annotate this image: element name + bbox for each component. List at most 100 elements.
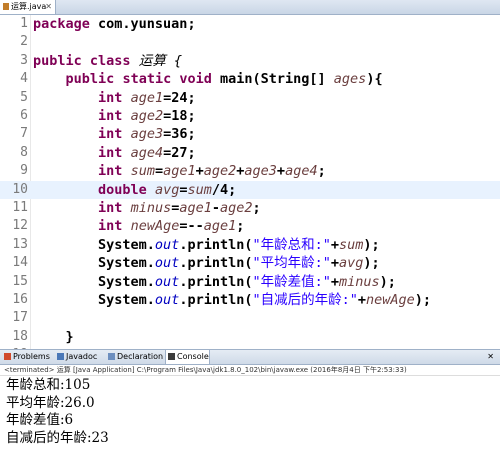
console-tab-problems[interactable]: Problems — [2, 350, 50, 364]
code-line[interactable]: 5 int age1=24; — [0, 89, 500, 107]
code-token: age4 — [130, 144, 164, 161]
console-tab-label: Problems — [13, 352, 50, 361]
code-token: age4 — [285, 163, 318, 180]
code-editor[interactable]: 1 package com.yunsuan; 2 3 public class 运算 {… — [0, 15, 500, 362]
code-token: + — [195, 163, 204, 180]
code-token: out — [154, 273, 180, 290]
line-number: 1 — [20, 16, 28, 31]
console-tab-declaration[interactable]: Declaration — [106, 350, 163, 364]
code-token: age1 — [203, 218, 237, 235]
code-token: = — [154, 163, 164, 180]
code-line[interactable]: 14 System.out.println("平均年龄:"+avg); — [0, 254, 500, 272]
line-number: 13 — [12, 236, 28, 252]
code-token: ; — [236, 218, 245, 235]
console-output-line: 年龄差值:6 — [6, 412, 74, 428]
code-token: minus — [339, 273, 380, 290]
code-token: System. — [33, 255, 155, 272]
line-number: 10 — [12, 181, 28, 197]
code-token: int — [98, 89, 123, 106]
code-token: public — [33, 52, 82, 69]
code-token: "自减后的年龄:" — [252, 292, 358, 308]
editor-tab[interactable]: 运算.java ✕ — [0, 0, 56, 14]
console-output-line: 年龄总和:105 — [6, 377, 91, 393]
code-line[interactable]: 4 public static void main(String[] ages)… — [0, 70, 500, 88]
code-line[interactable]: 2 — [0, 33, 500, 51]
console-icon — [168, 353, 175, 360]
code-token: sum — [339, 236, 364, 253]
console-status-line: <terminated> 运算 [Java Application] C:\Pr… — [0, 365, 500, 376]
code-token: .println( — [179, 236, 253, 253]
code-line[interactable]: 8 int age4=27; — [0, 144, 500, 162]
code-token: sum — [187, 181, 212, 198]
code-text: int age2=18; — [33, 107, 196, 125]
code-line[interactable]: 7 int age3=36; — [0, 125, 500, 143]
code-token: out — [154, 255, 180, 272]
code-token: age3 — [130, 126, 164, 143]
code-text: int sum=age1+age2+age3+age4; — [33, 162, 326, 180]
code-token: double — [98, 181, 147, 198]
code-token: age1 — [179, 200, 212, 216]
code-text: System.out.println("自减后的年龄:"+newAge); — [33, 291, 431, 309]
code-line[interactable]: 17 — [0, 309, 500, 327]
code-token: ); — [379, 273, 396, 290]
line-number: 16 — [12, 292, 28, 307]
code-line[interactable]: 10 double avg=sum/4; — [0, 180, 500, 199]
code-token: newAge — [130, 218, 180, 235]
code-line[interactable]: 11 int minus=age1-age2; — [0, 199, 500, 217]
code-text: int newAge=--age1; — [33, 217, 244, 235]
console-tab-console[interactable]: Console — [165, 350, 210, 364]
code-token: age3 — [244, 163, 277, 180]
code-token: avg — [339, 255, 364, 272]
code-token: age2 — [220, 200, 253, 216]
code-line[interactable]: 1 package com.yunsuan; — [0, 15, 500, 33]
code-text: int minus=age1-age2; — [33, 199, 261, 217]
line-number: 9 — [20, 163, 28, 179]
line-number: 14 — [12, 255, 28, 271]
code-token: age2 — [203, 163, 237, 180]
code-line[interactable]: 6 int age2=18; — [0, 107, 500, 125]
code-token: System. — [33, 292, 155, 308]
code-line[interactable]: 15 System.out.println("年龄差值:"+minus); — [0, 273, 500, 291]
code-token: /4; — [211, 181, 237, 198]
code-token: .println( — [179, 292, 253, 308]
code-token: =-- — [179, 218, 204, 235]
console-tab-label: Javadoc — [66, 352, 98, 361]
line-number: 4 — [20, 71, 28, 87]
code-token: void — [179, 71, 212, 88]
code-token: 运算 { — [130, 52, 182, 69]
code-token: =18; — [163, 108, 196, 124]
code-line[interactable]: 12 int newAge=--age1; — [0, 217, 500, 235]
editor-tab-bar: 运算.java ✕ — [0, 0, 500, 15]
line-number: 7 — [20, 126, 28, 142]
console-tab-bar: Problems Javadoc Declaration Console ✕ — [0, 349, 500, 365]
code-token: package — [33, 16, 90, 32]
code-token: ; — [317, 163, 326, 180]
code-text: int age3=36; — [33, 125, 196, 143]
code-token: } — [33, 328, 74, 345]
code-line[interactable]: 13 System.out.println("年龄总和:"+sum); — [0, 236, 500, 254]
close-console-icon[interactable]: ✕ — [487, 350, 494, 364]
console-tab-javadoc[interactable]: Javadoc — [55, 350, 97, 364]
code-token: class — [89, 52, 131, 69]
code-line[interactable]: 18 } — [0, 328, 500, 346]
code-token: newAge — [366, 292, 415, 308]
code-line[interactable]: 9 int sum=age1+age2+age3+age4; — [0, 162, 500, 180]
code-text: System.out.println("年龄差值:"+minus); — [33, 273, 396, 291]
code-token: ages — [333, 71, 367, 88]
code-line[interactable]: 16 System.out.println("自减后的年龄:"+newAge); — [0, 291, 500, 309]
code-line[interactable]: 3 public class 运算 { — [0, 52, 500, 70]
console-output[interactable]: 年龄总和:105 平均年龄:26.0 年龄差值:6 自减后的年龄:23 — [0, 377, 500, 449]
code-token: int — [98, 108, 123, 124]
code-token: com.yunsuan; — [89, 16, 196, 32]
console-tab-label: Console — [177, 352, 209, 361]
close-tab-icon[interactable]: ✕ — [45, 0, 52, 14]
console-output-line: 平均年龄:26.0 — [6, 394, 95, 411]
code-text: double avg=sum/4; — [33, 181, 236, 199]
